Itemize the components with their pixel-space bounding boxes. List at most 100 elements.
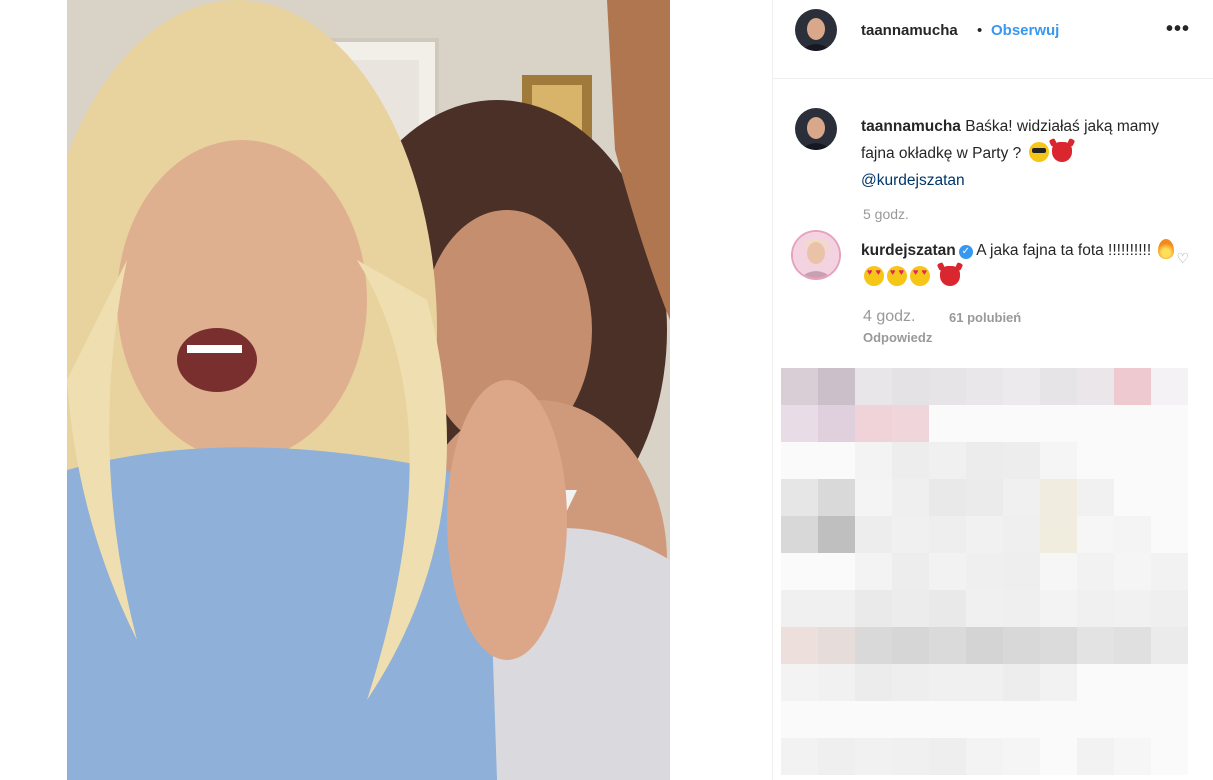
fire-emoji-icon (1158, 239, 1175, 259)
photo-illustration (67, 0, 670, 780)
pixel-block (1151, 664, 1188, 701)
comment-text: kurdejszatan ✓ A jaka fajna ta fota !!!!!… (861, 237, 1181, 291)
pixel-block (1114, 627, 1151, 664)
more-options-icon[interactable]: ••• (1166, 18, 1190, 41)
pixel-block (1003, 738, 1040, 775)
like-comment-heart-icon[interactable]: ♡ (1176, 250, 1189, 267)
pixel-block (1040, 405, 1077, 442)
pixel-block (892, 590, 929, 627)
post-header: taannamucha • Obserwuj ••• (773, 0, 1213, 79)
pixel-block (1114, 701, 1151, 738)
pixel-block (1003, 627, 1040, 664)
pixel-block (1151, 701, 1188, 738)
pixel-block (966, 516, 1003, 553)
pixel-block (1114, 590, 1151, 627)
pixel-block (1077, 738, 1114, 775)
pixel-block (1151, 479, 1188, 516)
pixel-block (1077, 553, 1114, 590)
pixel-block (892, 405, 929, 442)
pixel-block (1077, 516, 1114, 553)
pixel-block (855, 664, 892, 701)
pixel-block (855, 479, 892, 516)
pixel-block (781, 442, 818, 479)
pixel-block (1077, 664, 1114, 701)
pixel-block (1077, 442, 1114, 479)
caption-mention[interactable]: @kurdejszatan (861, 172, 965, 189)
pixel-block (892, 442, 929, 479)
pixel-block (1003, 553, 1040, 590)
pixel-block (1151, 516, 1188, 553)
pixel-block (781, 479, 818, 516)
verified-badge-icon: ✓ (958, 245, 973, 259)
pixel-block (966, 664, 1003, 701)
pixel-block (818, 553, 855, 590)
pixel-block (855, 553, 892, 590)
pixel-block (1040, 701, 1077, 738)
pixel-block (966, 442, 1003, 479)
reply-button[interactable]: Odpowiedz (863, 330, 932, 345)
pixel-block (929, 479, 966, 516)
pixel-block (1151, 627, 1188, 664)
pixel-block (966, 738, 1003, 775)
pixel-block (929, 664, 966, 701)
pixel-block (855, 738, 892, 775)
pixel-block (818, 701, 855, 738)
pixel-block (1151, 553, 1188, 590)
pixel-block (1003, 479, 1040, 516)
pixel-block (781, 553, 818, 590)
pixel-block (966, 701, 1003, 738)
pixel-block (781, 627, 818, 664)
pixel-block (892, 553, 929, 590)
caption-avatar[interactable] (795, 108, 837, 150)
pixel-block (781, 405, 818, 442)
pixel-block (1003, 368, 1040, 405)
pixel-block (929, 442, 966, 479)
pixel-block (892, 664, 929, 701)
author-username[interactable]: taannamucha (861, 22, 958, 39)
pixel-block (1040, 516, 1077, 553)
pixel-block (1040, 442, 1077, 479)
pixel-block (966, 590, 1003, 627)
pixel-block (1114, 553, 1151, 590)
pixel-block (929, 738, 966, 775)
pixel-block (892, 738, 929, 775)
pixel-block (892, 627, 929, 664)
commenter-avatar[interactable] (793, 232, 839, 278)
pixel-block (1040, 627, 1077, 664)
pixel-block (1151, 738, 1188, 775)
pixel-block (1040, 479, 1077, 516)
pixel-block (781, 516, 818, 553)
pixel-block (818, 738, 855, 775)
heart-eyes-emoji-icon (910, 266, 930, 286)
pixel-block (818, 664, 855, 701)
pixel-block (929, 553, 966, 590)
pixel-block (818, 479, 855, 516)
pixel-block (892, 516, 929, 553)
pixel-block (929, 368, 966, 405)
pixel-block (1040, 368, 1077, 405)
commenter-username[interactable]: kurdejszatan (861, 242, 956, 259)
pixel-block (1077, 479, 1114, 516)
pixel-block (781, 368, 818, 405)
caption-username[interactable]: taannamucha (861, 118, 961, 135)
comment-time[interactable]: 4 godz. (863, 308, 915, 326)
heart-eyes-emoji-icon (864, 266, 884, 286)
pixel-block (892, 479, 929, 516)
comment-likes[interactable]: 61 polubień (949, 310, 1021, 325)
pixel-block (1003, 405, 1040, 442)
pixel-block (1003, 590, 1040, 627)
heart-eyes-emoji-icon (887, 266, 907, 286)
pixel-block (781, 738, 818, 775)
post-photo (67, 0, 670, 780)
pixel-block (1077, 405, 1114, 442)
pixel-block (929, 405, 966, 442)
pixel-block (855, 701, 892, 738)
author-avatar[interactable] (795, 9, 837, 51)
pixel-block (818, 405, 855, 442)
pixel-block (1151, 405, 1188, 442)
follow-button[interactable]: Obserwuj (991, 22, 1059, 39)
post-side-panel: taannamucha • Obserwuj ••• taannamucha B… (772, 0, 1213, 780)
pixel-block (1114, 442, 1151, 479)
caption-time[interactable]: 5 godz. (863, 206, 909, 222)
pixel-block (1040, 664, 1077, 701)
